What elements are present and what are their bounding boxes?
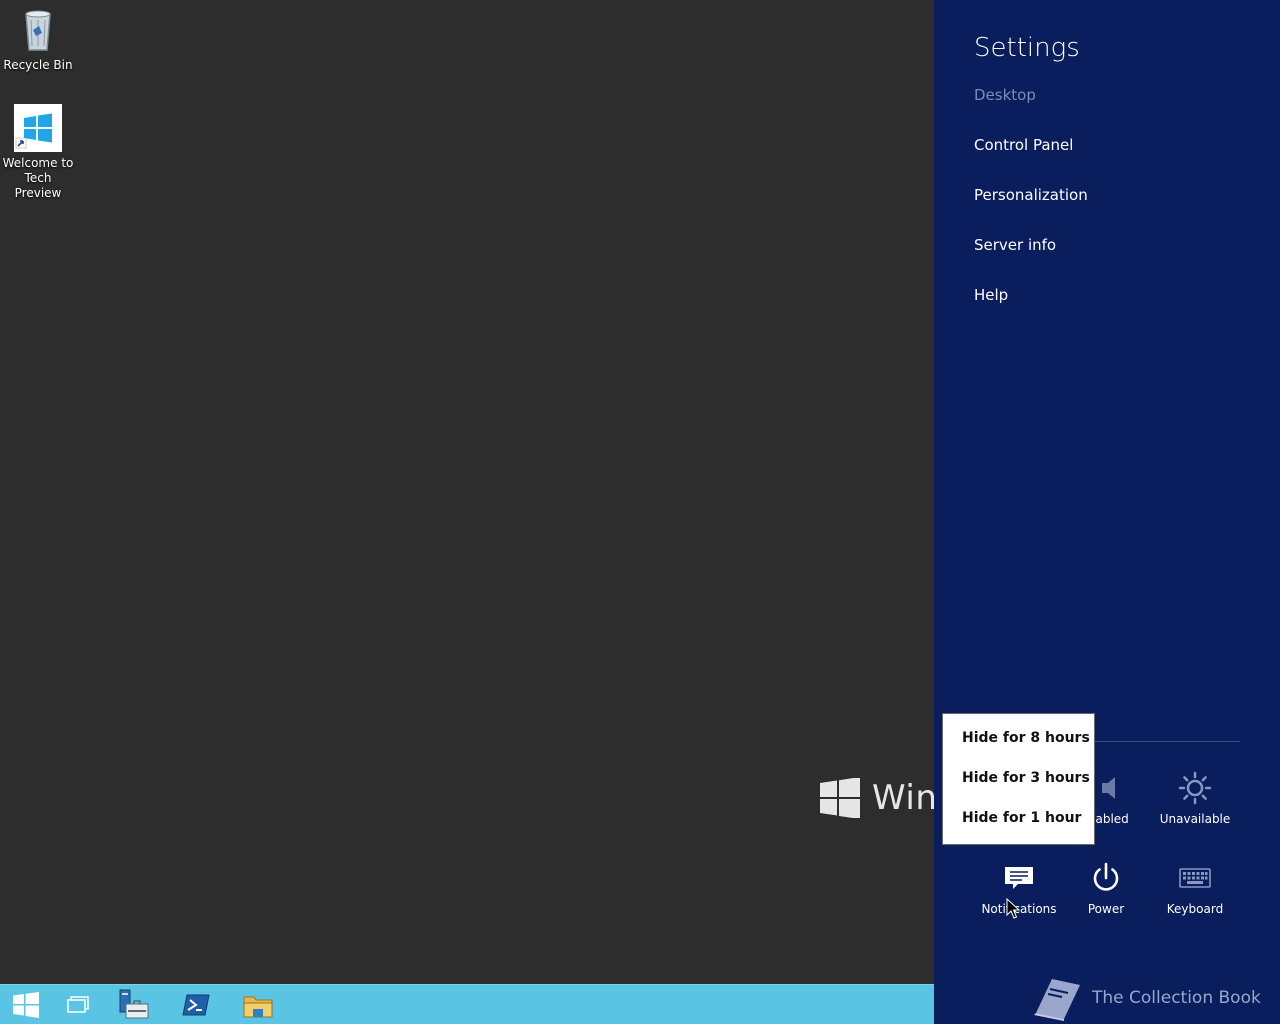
server-manager-button[interactable] (108, 985, 160, 1024)
power-icon (1093, 862, 1119, 891)
mouse-cursor-icon (1006, 898, 1020, 919)
file-explorer-icon (243, 996, 273, 1018)
file-explorer-button[interactable] (232, 985, 284, 1024)
desktop-icon-label: Recycle Bin (3, 58, 73, 72)
keyboard-tile-label: Keyboard (1166, 902, 1224, 916)
menu-item-hide-3-hours[interactable]: Hide for 3 hours (962, 770, 1090, 786)
brightness-tile-label: Unavailable (1159, 812, 1231, 826)
speaker-icon (1102, 777, 1115, 799)
recycle-bin-icon (14, 6, 62, 54)
settings-item-desktop: Desktop (974, 86, 1036, 104)
powershell-button[interactable] (170, 985, 222, 1024)
brand-text: The Collection Book (1092, 988, 1261, 1008)
settings-item-server-info[interactable]: Server info (974, 236, 1056, 254)
server-manager-icon (119, 989, 149, 1019)
settings-item-help[interactable]: Help (974, 286, 1008, 304)
power-tile[interactable]: Power (1061, 858, 1151, 916)
settings-charm-panel: Settings Desktop Control Panel Personali… (934, 0, 1280, 1024)
watermark-text: Wind (872, 778, 934, 818)
collection-book-watermark: The Collection Book (1030, 975, 1261, 1021)
notifications-hide-menu: Hide for 8 hours Hide for 3 hours Hide f… (942, 713, 1095, 845)
keyboard-icon (1179, 868, 1211, 888)
power-tile-label: Power (1087, 902, 1125, 916)
keyboard-tile[interactable]: Keyboard (1150, 858, 1240, 916)
menu-item-hide-1-hour[interactable]: Hide for 1 hour (962, 810, 1081, 826)
settings-title: Settings (974, 33, 1080, 63)
settings-item-personalization[interactable]: Personalization (974, 186, 1088, 204)
desktop-icon-welcome[interactable]: Welcome to Tech Preview (0, 104, 76, 201)
windows-logo-icon (820, 778, 860, 818)
desktop-icon-label: Welcome to Tech Preview (2, 156, 74, 200)
windows-start-icon (13, 992, 39, 1018)
notifications-icon (1005, 867, 1033, 889)
desktop-icon-recycle-bin[interactable]: Recycle Bin (0, 6, 76, 73)
taskbar (0, 984, 934, 1024)
book-icon (1034, 979, 1080, 1021)
brightness-tile: Unavailable (1150, 768, 1240, 826)
task-view-icon (67, 996, 89, 1013)
windows-shortcut-icon (14, 104, 62, 152)
settings-item-control-panel[interactable]: Control Panel (974, 136, 1073, 154)
desktop: Recycle Bin Welcome to Tech Preview Wind (0, 0, 934, 984)
windows-watermark: Wind (820, 778, 934, 818)
powershell-icon (182, 994, 210, 1016)
task-view-button[interactable] (52, 985, 104, 1024)
brightness-icon (1178, 771, 1212, 805)
menu-item-hide-8-hours[interactable]: Hide for 8 hours (962, 730, 1090, 746)
start-button[interactable] (0, 985, 52, 1024)
